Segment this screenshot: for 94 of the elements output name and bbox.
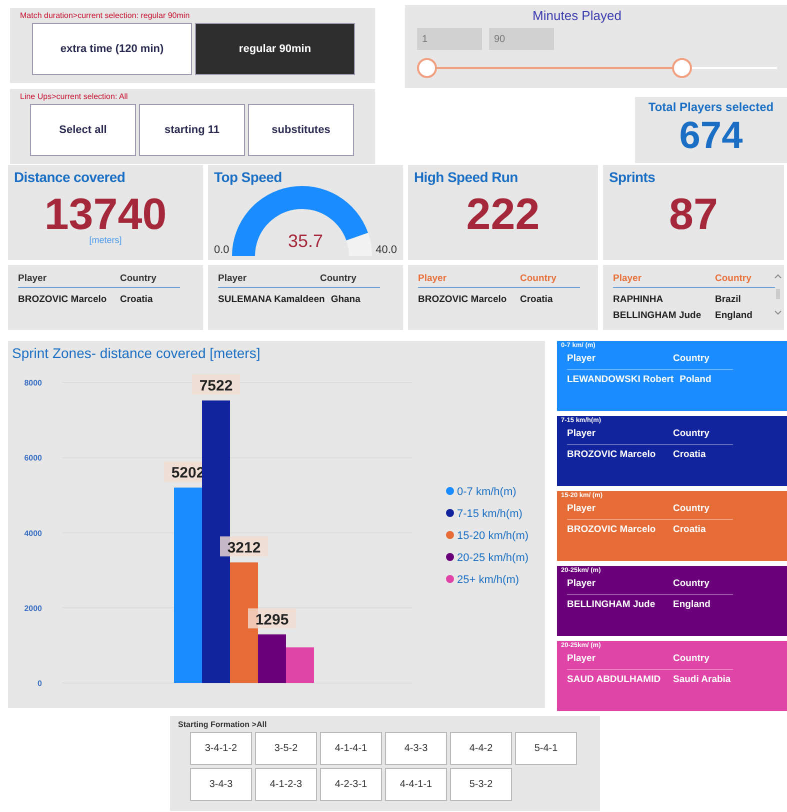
table-cell-text: Ghana (330, 294, 362, 306)
table-cell-text: Brazil (715, 294, 742, 306)
formation-button[interactable]: 3-4-3 (190, 768, 252, 801)
lineup-button[interactable]: starting 11 (139, 104, 245, 156)
column-header: Player (567, 653, 597, 664)
table-cell-text: England (673, 599, 712, 610)
kpi-value: 87 (669, 191, 718, 239)
formation-button[interactable]: 4-1-2-3 (255, 768, 317, 801)
chart-title: Sprint Zones- distance covered [meters] (12, 345, 262, 361)
table-cell-text: BELLINGHAM Jude (613, 310, 702, 322)
table-cell-text: Croatia (520, 294, 554, 306)
slicer-label: Starting Formation >All (178, 720, 268, 729)
y-tick: 0 (38, 679, 42, 688)
legend-label: 25+ km/h(m) (457, 574, 520, 586)
legend-label: 0-7 km/h(m) (457, 486, 516, 498)
data-label: 7522 (192, 374, 240, 394)
kpi-title: Top Speed (214, 169, 283, 185)
y-tick: 4000 (24, 528, 42, 538)
formation-button[interactable]: 4-1-4-1 (320, 732, 382, 765)
formation-button[interactable]: 3-4-1-2 (190, 732, 252, 765)
table-cell-text: Croatia (120, 294, 154, 306)
table-cell-text: Saudi Arabia (673, 674, 732, 685)
column-header: Country (120, 273, 158, 285)
gauge-value: 35.7 (288, 231, 324, 251)
column-header: Country (673, 428, 710, 439)
table-cell-text: SAUD ABDULHAMID (567, 674, 662, 685)
table-cell-text: England (715, 310, 754, 322)
lineup-button[interactable]: substitutes (248, 104, 354, 156)
formation-button[interactable]: 4-4-1-1 (385, 768, 447, 801)
table-cell-text: Croatia (673, 524, 707, 535)
total-value: 674 (679, 114, 743, 158)
column-header: Player (218, 273, 248, 285)
formation-button[interactable]: 4-2-3-1 (320, 768, 382, 801)
lineup-button[interactable]: Select all (30, 104, 136, 156)
duration-button[interactable]: extra time (120 min) (32, 23, 192, 75)
unit-label: [meters] (89, 235, 122, 245)
y-tick: 6000 (24, 454, 42, 463)
duration-button[interactable]: regular 90min (195, 23, 355, 75)
gauge-max: 40.0 (376, 244, 397, 256)
table-cell-text: RAPHINHA (613, 294, 664, 306)
column-header: Player (567, 428, 597, 439)
table-cell-text: Poland (680, 374, 712, 385)
total-title: Total Players selected (648, 100, 774, 114)
table-cell-text: BROZOVIC Marcelo (418, 294, 508, 306)
legend-dot (446, 531, 454, 539)
gauge-track (346, 232, 372, 256)
data-label: 3212 (220, 536, 268, 556)
table-cell-text: Croatia (673, 449, 707, 460)
table-cell: SULEMANA Kamaldeen (218, 294, 325, 306)
kpi-title: Sprints (609, 169, 656, 185)
slider-title: Minutes Played (532, 8, 622, 23)
column-header: Player (418, 273, 448, 285)
column-header: Player (567, 578, 597, 589)
kpi-title: Distance covered (14, 169, 126, 185)
column-header: Player (567, 353, 597, 364)
kpi-title: High Speed Run (414, 169, 519, 185)
legend-label: 20-25 km/h(m) (457, 552, 529, 564)
slicer-label: Line Ups>current selection: All (19, 92, 129, 103)
column-header: Country (673, 578, 710, 589)
legend-dot (446, 575, 454, 583)
table-cell-text: BELLINGHAM Jude (567, 599, 656, 610)
formation-button[interactable]: 5-3-2 (450, 768, 512, 801)
y-tick: 2000 (24, 604, 42, 613)
legend-label: 15-20 km/h(m) (457, 530, 529, 542)
column-header: Country (673, 503, 710, 514)
column-header: Country (673, 353, 710, 364)
table-cell-text: BROZOVIC Marcelo (567, 449, 657, 460)
legend-dot (446, 487, 454, 495)
scrollbar-drawing[interactable] (774, 273, 782, 317)
data-label: 1295 (248, 608, 296, 628)
slider-thumb[interactable] (417, 58, 437, 78)
table-cell: LEWANDOWSKI Robert (567, 374, 674, 385)
column-header: Player (613, 273, 643, 285)
column-header: Player (18, 273, 48, 285)
legend-dot (446, 553, 454, 561)
column-header: Country (715, 273, 752, 285)
formation-button[interactable]: 5-4-1 (515, 732, 577, 765)
slider-thumb[interactable] (672, 58, 692, 78)
legend-dot (446, 509, 454, 517)
column-header: Country (320, 273, 358, 285)
column-header: Country (520, 273, 558, 285)
bar (286, 647, 314, 683)
formation-button[interactable]: 3-5-2 (255, 732, 317, 765)
column-header: Country (673, 653, 710, 664)
formation-button[interactable]: 4-4-2 (450, 732, 512, 765)
formation-button[interactable]: 4-3-3 (385, 732, 447, 765)
gauge-min: 0.0 (214, 244, 230, 256)
table-cell-text: BROZOVIC Marcelo (567, 524, 657, 535)
y-tick: 8000 (24, 378, 42, 388)
legend-label: 7-15 km/h(m) (457, 508, 522, 520)
table-cell-text: BROZOVIC Marcelo (18, 294, 108, 306)
column-header: Player (567, 503, 597, 514)
slicer-label: Match duration>current selection: regular 90min (19, 11, 191, 22)
kpi-value: 222 (466, 191, 540, 239)
